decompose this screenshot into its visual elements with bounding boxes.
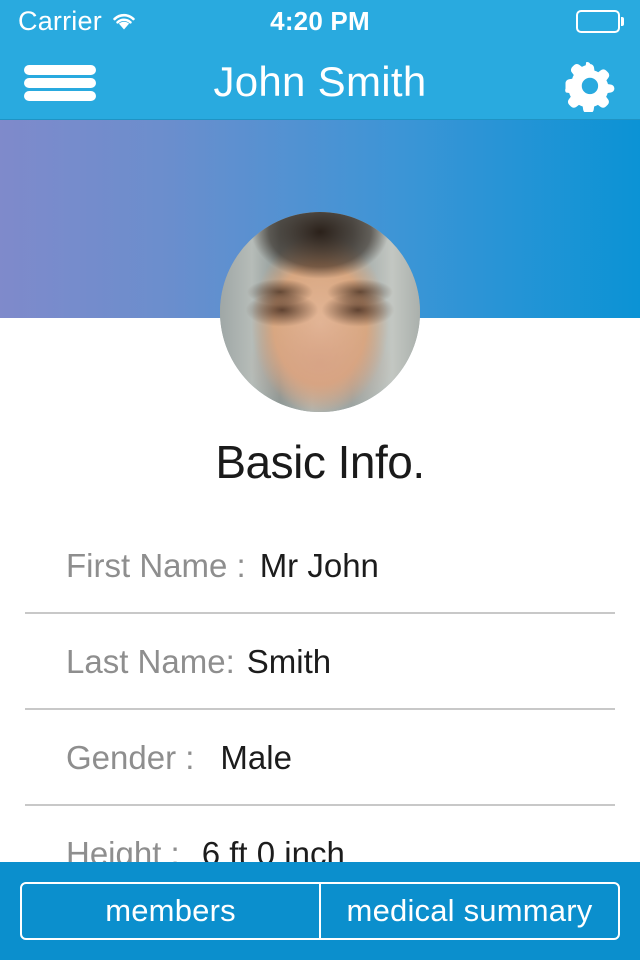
nav-bar: John Smith bbox=[0, 44, 640, 120]
info-value: Smith bbox=[246, 643, 332, 680]
menu-bar-top bbox=[24, 65, 96, 75]
info-label: Gender : bbox=[66, 739, 195, 776]
info-label: Last Name: bbox=[66, 643, 235, 680]
status-bar: Carrier 4:20 PM bbox=[0, 0, 640, 44]
info-label: First Name : bbox=[66, 547, 246, 584]
menu-bar-middle bbox=[24, 78, 96, 88]
segmented-control: members medical summary bbox=[20, 882, 620, 940]
status-time: 4:20 PM bbox=[270, 6, 370, 36]
avatar[interactable] bbox=[220, 212, 420, 412]
page-title: John Smith bbox=[213, 58, 427, 105]
info-row-last-name: Last Name: Smith bbox=[0, 614, 640, 710]
section-title: Basic Info. bbox=[215, 436, 425, 488]
bottom-tab-bar: members medical summary bbox=[0, 862, 640, 960]
app-screen: Carrier 4:20 PM John Smith Basic Info. F… bbox=[0, 0, 640, 960]
info-row-first-name: First Name : Mr John bbox=[0, 518, 640, 614]
tab-members[interactable]: members bbox=[22, 884, 319, 938]
info-row-gender: Gender : Male bbox=[0, 710, 640, 806]
battery-icon bbox=[576, 10, 624, 33]
menu-bar-bottom bbox=[24, 91, 96, 101]
tab-medical-summary[interactable]: medical summary bbox=[319, 884, 618, 938]
info-value: Mr John bbox=[259, 547, 379, 584]
basic-info-list: First Name : Mr John Last Name: Smith Ge… bbox=[0, 518, 640, 902]
gear-icon[interactable] bbox=[564, 60, 616, 114]
hamburger-menu-icon[interactable] bbox=[24, 61, 96, 105]
avatar-photo bbox=[220, 212, 420, 412]
info-value: Male bbox=[220, 739, 292, 776]
